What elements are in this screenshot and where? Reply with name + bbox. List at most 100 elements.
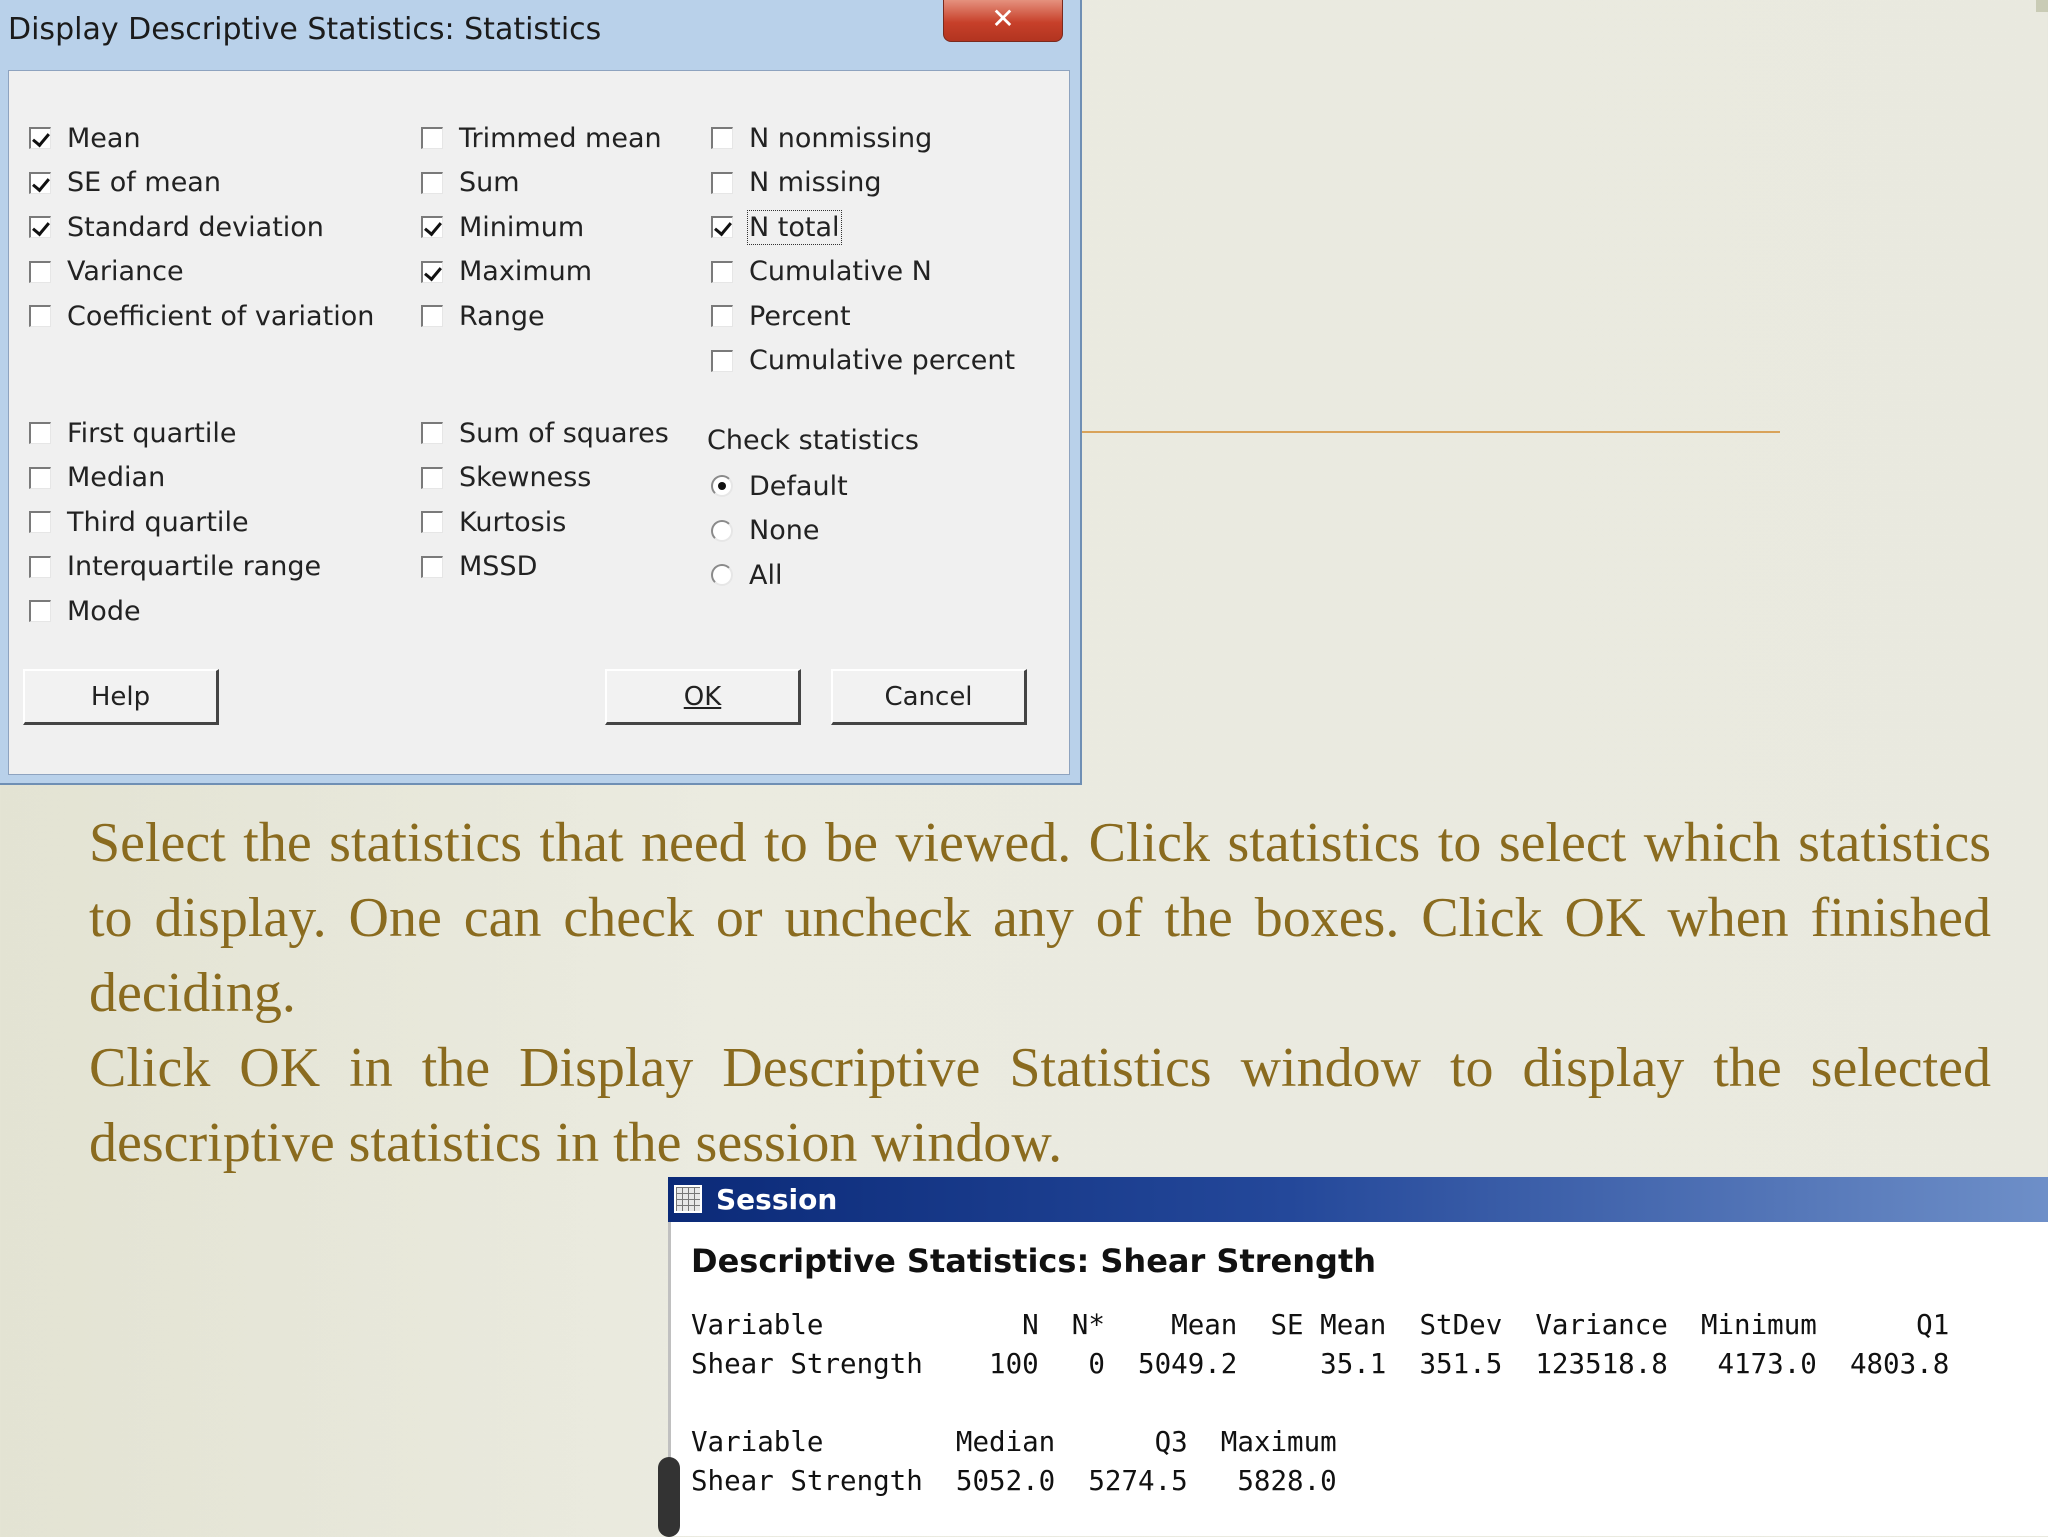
help-button[interactable]: Help	[23, 669, 219, 725]
checkbox-box[interactable]	[29, 171, 51, 194]
checkbox-standard-deviation[interactable]: Standard deviation	[29, 210, 324, 244]
checkbox-cumulative-n[interactable]: Cumulative N	[711, 255, 932, 289]
checkbox-kurtosis[interactable]: Kurtosis	[421, 505, 566, 539]
radio-label: All	[749, 559, 783, 591]
cancel-button[interactable]: Cancel	[831, 669, 1027, 725]
checkbox-median[interactable]: Median	[29, 461, 165, 495]
checkbox-box[interactable]	[421, 555, 443, 578]
scrollbar-handle[interactable]	[658, 1457, 680, 1537]
instruction-line-1: Select the statistics that need to be vi…	[89, 812, 1991, 1024]
checkbox-box[interactable]	[29, 422, 51, 444]
checkbox-sum[interactable]: Sum	[421, 166, 520, 200]
ok-button-label: OK	[683, 681, 722, 712]
checkbox-n-missing[interactable]: N missing	[711, 166, 881, 200]
checkbox-box[interactable]	[29, 127, 51, 149]
checkbox-sum-of-squares[interactable]: Sum of squares	[421, 416, 669, 450]
checkbox-box[interactable]	[29, 511, 51, 533]
checkbox-mode[interactable]: Mode	[29, 594, 141, 628]
statistics-dialog: Display Descriptive Statistics: Statisti…	[0, 0, 1082, 785]
checkbox-box[interactable]	[711, 171, 733, 194]
checkbox-box[interactable]	[29, 305, 51, 327]
checkbox-box[interactable]	[711, 305, 733, 327]
checkbox-box[interactable]	[421, 171, 443, 194]
checkbox-label: Median	[67, 462, 166, 493]
checkbox-label: MSSD	[459, 551, 538, 582]
session-title: Session	[716, 1183, 838, 1216]
checkbox-label: Third quartile	[67, 506, 249, 538]
radio-label: Default	[749, 470, 848, 502]
stats-table-2-header: Variable Median Q3 Maximum	[691, 1426, 1337, 1458]
checkbox-minimum[interactable]: Minimum	[421, 210, 584, 244]
dialog-titlebar[interactable]: Display Descriptive Statistics: Statisti…	[0, 0, 1080, 62]
checkbox-coefficient-of-variation[interactable]: Coefficient of variation	[29, 299, 374, 333]
checkbox-n-nonmissing[interactable]: N nonmissing	[711, 121, 932, 155]
checkbox-label: Maximum	[459, 256, 593, 287]
checkbox-n-total[interactable]: N total	[711, 209, 842, 245]
stats-table-1-row: Shear Strength 100 0 5049.2 35.1 351.5 1…	[691, 1348, 1950, 1380]
checkbox-label: N nonmissing	[749, 122, 933, 154]
radio-default[interactable]: Default	[711, 469, 848, 503]
checkbox-label: Minimum	[459, 211, 585, 243]
radio-button[interactable]	[711, 519, 733, 542]
checkbox-percent[interactable]: Percent	[711, 299, 851, 333]
checkbox-label: Interquartile range	[67, 551, 322, 582]
radio-button[interactable]	[711, 475, 733, 497]
session-output[interactable]: Descriptive Statistics: Shear Strength V…	[668, 1222, 2048, 1536]
instruction-paragraph: Select the statistics that need to be vi…	[89, 806, 1991, 1181]
instruction-line-2: Click OK in the Display Descriptive Stat…	[89, 1037, 1991, 1174]
checkbox-box[interactable]	[29, 260, 51, 283]
checkbox-box[interactable]	[421, 422, 443, 444]
checkbox-label: Range	[459, 300, 545, 332]
checkbox-box[interactable]	[711, 349, 733, 372]
checkbox-label: Sum	[459, 167, 520, 198]
checkbox-box[interactable]	[421, 127, 443, 149]
check-statistics-label: Check statistics	[707, 425, 919, 456]
checkbox-maximum[interactable]: Maximum	[421, 255, 592, 289]
checkbox-mean[interactable]: Mean	[29, 121, 141, 155]
checkbox-box[interactable]	[29, 466, 51, 489]
checkbox-box[interactable]	[711, 127, 733, 149]
checkbox-cumulative-percent[interactable]: Cumulative percent	[711, 344, 1015, 378]
checkbox-interquartile-range[interactable]: Interquartile range	[29, 550, 321, 584]
dialog-title: Display Descriptive Statistics: Statisti…	[8, 12, 602, 47]
checkbox-trimmed-mean[interactable]: Trimmed mean	[421, 121, 662, 155]
checkbox-box[interactable]	[421, 216, 443, 238]
radio-none[interactable]: None	[711, 514, 819, 548]
checkbox-first-quartile[interactable]: First quartile	[29, 416, 237, 450]
radio-all[interactable]: All	[711, 558, 782, 592]
session-window: Session Descriptive Statistics: Shear St…	[658, 1177, 2048, 1537]
checkbox-box[interactable]	[421, 466, 443, 489]
session-titlebar[interactable]: Session	[668, 1177, 2048, 1222]
corner-decoration	[2036, 0, 2048, 12]
close-button[interactable]: ✕	[943, 0, 1063, 42]
checkbox-box[interactable]	[421, 260, 443, 283]
output-heading: Descriptive Statistics: Shear Strength	[691, 1242, 1377, 1280]
background-divider-line	[1080, 431, 1780, 433]
checkbox-box[interactable]	[29, 600, 51, 622]
checkbox-mssd[interactable]: MSSD	[421, 550, 537, 584]
checkbox-label: First quartile	[67, 417, 237, 449]
checkbox-label: Percent	[749, 300, 851, 332]
checkbox-label: Cumulative N	[749, 256, 932, 287]
checkbox-box[interactable]	[29, 216, 51, 238]
radio-button[interactable]	[711, 564, 733, 586]
checkbox-label: Mean	[67, 122, 141, 154]
checkbox-box[interactable]	[711, 260, 733, 283]
checkbox-skewness[interactable]: Skewness	[421, 461, 591, 495]
checkbox-label: Trimmed mean	[459, 122, 662, 154]
checkbox-label: Variance	[67, 256, 184, 287]
checkbox-label: N total	[747, 209, 842, 245]
stats-table-2-row: Shear Strength 5052.0 5274.5 5828.0	[691, 1465, 1337, 1497]
checkbox-label: Cumulative percent	[749, 345, 1016, 376]
checkbox-se-of-mean[interactable]: SE of mean	[29, 166, 221, 200]
checkbox-box[interactable]	[421, 511, 443, 533]
checkbox-box[interactable]	[421, 305, 443, 327]
checkbox-variance[interactable]: Variance	[29, 255, 184, 289]
ok-button[interactable]: OK	[605, 669, 801, 725]
checkbox-third-quartile[interactable]: Third quartile	[29, 505, 249, 539]
checkbox-box[interactable]	[29, 555, 51, 578]
checkbox-box[interactable]	[711, 216, 733, 238]
checkbox-range[interactable]: Range	[421, 299, 545, 333]
checkbox-label: Standard deviation	[67, 211, 324, 243]
checkbox-label: Coefficient of variation	[67, 300, 375, 332]
